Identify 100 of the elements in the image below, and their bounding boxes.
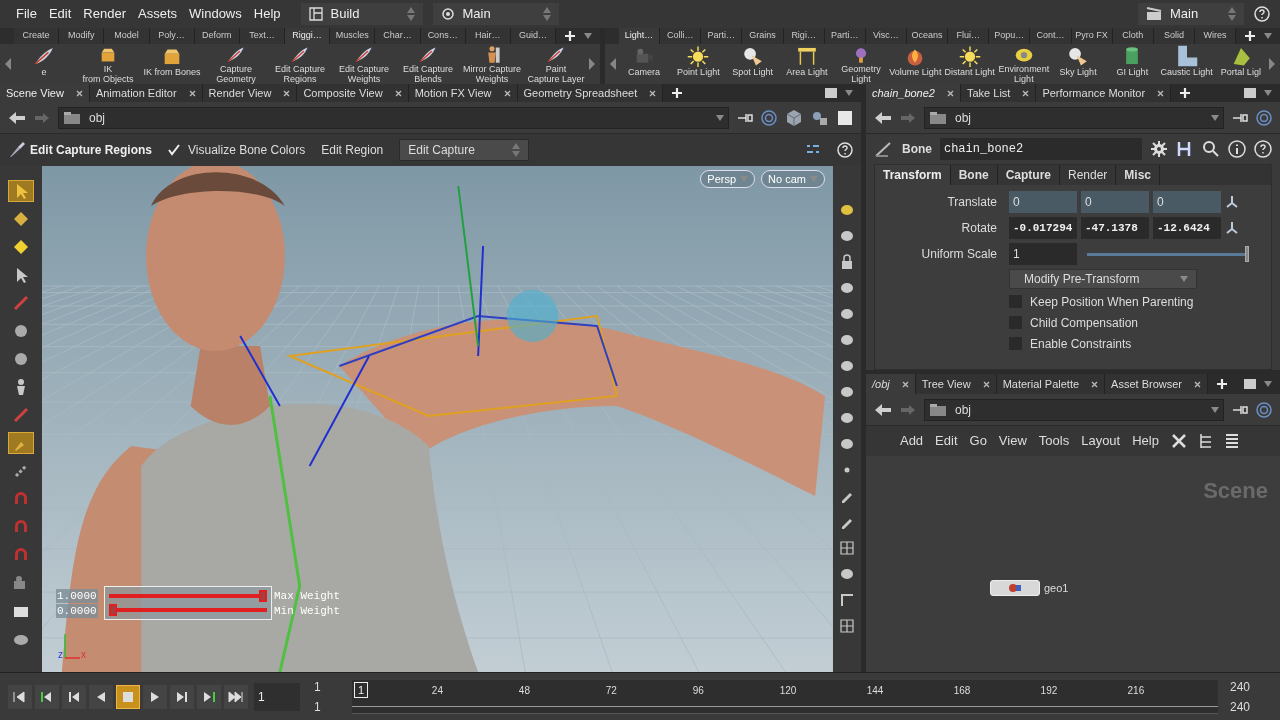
info-icon[interactable] [1228,140,1246,158]
range-field[interactable]: 1 [314,677,346,696]
pane-tab[interactable]: Animation Editor [89,84,203,102]
shelf-tab[interactable]: Solid [1153,28,1195,44]
close-icon[interactable] [982,380,990,388]
plus-icon[interactable] [1244,30,1257,42]
shelf-tool[interactable]: IK from Bones [140,44,204,84]
menu-item[interactable]: Layout [1081,431,1121,451]
frame-field[interactable]: 1 [254,682,300,711]
shelf-tool[interactable]: Area Light [779,44,834,84]
shelf-tool[interactable]: Point Light [671,44,726,84]
number-field[interactable]: 1 [1008,243,1077,265]
close-icon[interactable] [901,380,909,388]
handle-icon[interactable] [1224,195,1239,209]
help-icon[interactable] [1254,6,1270,22]
number-field[interactable]: 0 [1008,191,1077,213]
playback-button[interactable] [224,684,248,709]
help-icon[interactable] [1254,140,1272,158]
playback-button[interactable] [116,684,140,709]
plus-icon[interactable] [671,87,684,99]
pane-tab[interactable]: Take List [961,84,1037,102]
path-field[interactable]: obj [58,106,729,129]
shelf-tool[interactable]: Edit Capture Regions [268,44,332,84]
handle-icon[interactable] [1224,221,1239,235]
target-icon[interactable] [1256,401,1272,418]
shelf-tab[interactable]: Cloth [1112,28,1154,44]
pane-options-icon[interactable] [824,88,837,98]
pane-tab[interactable]: Geometry Spreadsheet [517,84,664,102]
weight-slider[interactable] [109,590,267,602]
tools-icon[interactable] [1170,433,1187,449]
pane-tab[interactable]: chain_bone2 [865,84,961,102]
shelf-tab[interactable]: Flui… [948,28,990,44]
mode-dropdown[interactable]: Edit Capture [399,139,530,161]
weight-slider[interactable] [109,604,267,616]
view-menu-button[interactable]: Persp [700,170,756,188]
menu-item[interactable]: Edit [935,431,958,451]
shelf-tab[interactable]: Colli… [660,28,702,44]
network-node[interactable] [989,580,1040,597]
pane-tab[interactable]: Motion FX View [408,84,518,102]
playback-button[interactable] [89,684,113,709]
range-field[interactable]: 240 [1230,697,1272,716]
parameter-tab[interactable]: Transform [874,165,951,185]
shelf-tab[interactable]: Light… [619,28,661,44]
close-icon[interactable] [394,89,402,97]
menu-item[interactable]: Tools [1038,431,1070,451]
playback-button[interactable] [35,684,59,709]
plus-icon[interactable] [1216,378,1228,390]
target-icon[interactable] [760,109,777,126]
shelf-tab[interactable]: Visc… [865,28,907,44]
menu-item[interactable]: Assets [138,4,177,24]
shelf-tab[interactable]: Pyro FX [1071,28,1113,44]
shelf-tool[interactable]: Volume Light [888,44,943,84]
shelf-tab[interactable]: Oceans [907,28,949,44]
menu-item[interactable]: Add [899,431,924,451]
shelf-tool[interactable]: Camera [617,44,672,84]
close-icon[interactable] [503,89,511,97]
shelf-tool[interactable]: Paint Capture Layer [524,44,588,84]
search-icon[interactable] [1202,140,1220,158]
pane-tab[interactable]: Asset Browser [1105,374,1208,394]
shelf-tab[interactable]: Riggi… [285,28,331,44]
pane-tab[interactable]: Material Palette [996,374,1106,394]
shelf-tool[interactable]: Mirror Capture Weights [460,44,524,84]
close-icon[interactable] [75,89,83,97]
shelf-tab[interactable]: Cont… [1030,28,1072,44]
shelf-tool[interactable]: Edit Capture Blends [396,44,460,84]
shelf-tool[interactable]: Capture Geometry [204,44,268,84]
menu-item[interactable]: Edit [48,4,72,24]
close-icon[interactable] [1157,89,1165,97]
pane-tab[interactable]: Composite View [297,84,409,102]
shelf-tool[interactable]: Caustic Light [1159,44,1214,84]
grid-icon[interactable] [838,540,855,556]
close-icon[interactable] [1091,380,1099,388]
playback-button[interactable] [143,684,167,709]
back-arrow-icon[interactable] [873,110,892,125]
checkbox[interactable]: Child Compensation [874,314,1255,331]
menu-item[interactable]: Help [253,4,281,24]
pane-tab[interactable]: /obj [865,374,916,394]
bone-icon[interactable] [11,405,31,425]
menu-item[interactable]: Help [1132,431,1159,451]
shelf-tab[interactable]: Parti… [701,28,743,44]
shelf-tab[interactable]: Rigi… [783,28,825,44]
plus-icon[interactable] [1179,87,1192,99]
shelf-tab[interactable]: Char… [375,28,421,44]
shelf-tab[interactable]: Create [14,28,60,44]
shelf-tab[interactable]: Popu… [989,28,1031,44]
shelf-tool[interactable]: Spot Light [725,44,780,84]
view-menu-button[interactable]: No cam [761,170,825,188]
desktop-dropdown[interactable]: Build [300,3,423,25]
range-field[interactable]: 1 [314,697,346,716]
number-field[interactable]: -47.1378 [1080,217,1149,239]
network-dropdown[interactable]: Main [432,3,559,25]
close-icon[interactable] [649,89,657,97]
sphere-icon[interactable] [838,306,855,322]
close-icon[interactable] [283,89,291,97]
checkbox[interactable]: Keep Position When Parenting [874,293,1255,310]
close-icon[interactable] [188,89,196,97]
slider-handle[interactable] [109,604,117,616]
path-field[interactable]: obj [923,398,1224,421]
pane-tab[interactable]: Tree View [915,374,997,394]
menu-item[interactable]: Render [83,4,126,24]
